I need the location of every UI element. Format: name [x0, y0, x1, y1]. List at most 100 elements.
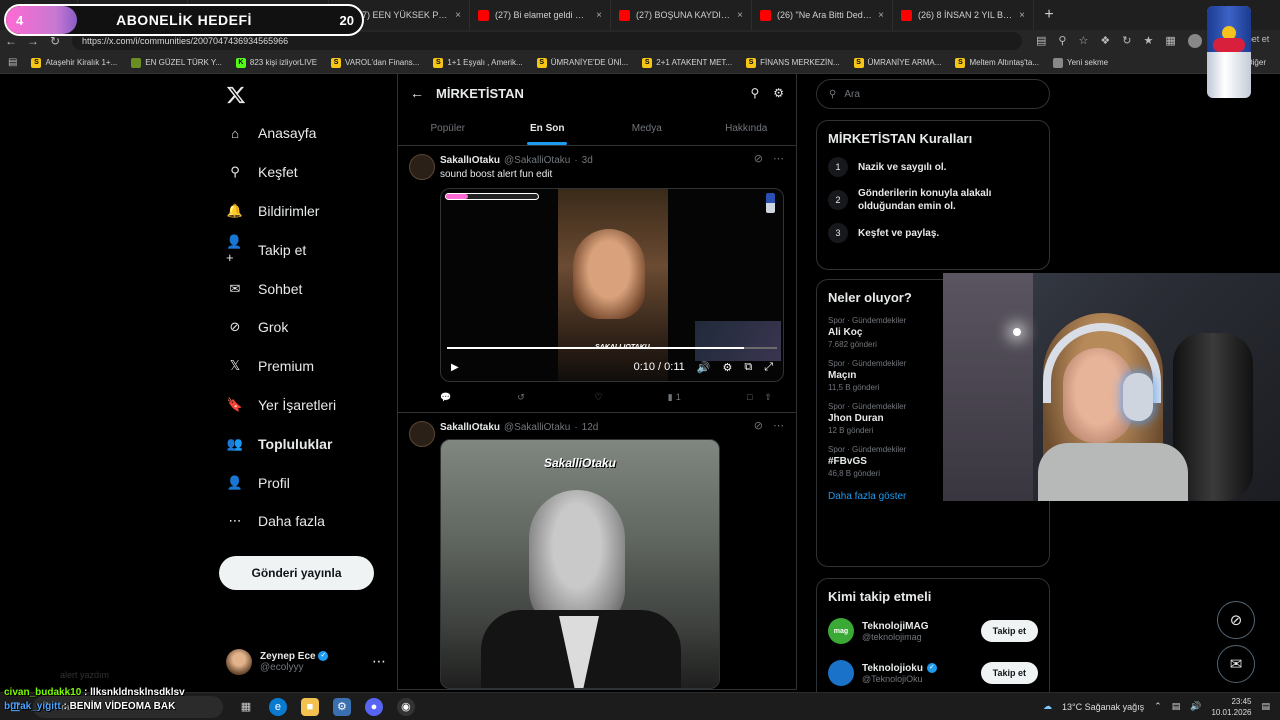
sidebar-item-bildirimler[interactable]: 🔔 Bildirimler — [226, 192, 336, 231]
bookmark-icon[interactable]: □ — [747, 392, 752, 402]
favorites-icon[interactable]: ★ — [1143, 34, 1153, 48]
views-icon[interactable]: ▮ 1 — [668, 392, 747, 403]
close-icon[interactable]: × — [878, 10, 884, 21]
close-icon[interactable]: × — [1019, 10, 1025, 21]
weather-text[interactable]: 13°C Sağanak yağış — [1062, 702, 1144, 712]
sidebar-item-anasayfa[interactable]: ⌂ Anasayfa — [226, 114, 336, 153]
tray-expand-icon[interactable]: ⌃ — [1154, 701, 1162, 712]
grok-icon[interactable]: ⊘ — [754, 419, 763, 432]
extensions-icon[interactable]: ❖ — [1100, 34, 1110, 48]
tab-0[interactable]: Popüler — [398, 112, 498, 145]
more-options-icon[interactable]: ⋯ — [773, 152, 784, 165]
author-handle[interactable]: @SakalliOtaku — [504, 422, 570, 433]
bookmark-item[interactable]: S 1+1 Eşyalı , Amerik... — [433, 57, 523, 68]
messages-float-button[interactable]: ✉ — [1217, 645, 1255, 683]
post-time[interactable]: 12d — [582, 422, 599, 433]
bookmark-item[interactable]: S FİNANS MERKEZİN... — [746, 57, 840, 68]
volume-icon[interactable]: 🔊 — [697, 361, 711, 374]
sidebar-item-profil[interactable]: 👤 Profil — [226, 463, 336, 502]
post[interactable]: SakallıOtaku @SakalliOtaku · 3d ⊘ ⋯ soun… — [398, 146, 796, 413]
gear-icon[interactable]: ⚙ — [773, 86, 784, 100]
back-icon[interactable]: ← — [0, 34, 22, 48]
reading-list-icon[interactable]: ▤ — [8, 57, 17, 68]
tab-1[interactable]: En Son — [498, 112, 598, 145]
bookmark-item[interactable]: S Meltem Altıntaş'ta... — [955, 57, 1039, 68]
volume-icon[interactable]: 🔊 — [1190, 701, 1201, 712]
forward-icon[interactable]: → — [22, 34, 44, 48]
settings-app-icon[interactable]: ⚙ — [332, 697, 351, 716]
back-arrow-icon[interactable]: ← — [410, 85, 436, 101]
tab-3[interactable]: Hakkında — [697, 112, 797, 145]
new-tab-button[interactable]: + — [1034, 0, 1064, 30]
task-view-icon[interactable]: ▦ — [237, 698, 255, 716]
video-progress-bar[interactable] — [447, 347, 777, 349]
avatar[interactable] — [409, 154, 435, 180]
fullscreen-icon[interactable]: ⤢ — [764, 361, 773, 374]
more-options-icon[interactable]: ⋯ — [773, 419, 784, 432]
close-icon[interactable]: × — [455, 10, 461, 21]
grok-float-button[interactable]: ⊘ — [1217, 601, 1255, 639]
share-icon[interactable]: ⇧ — [764, 392, 772, 403]
author-name[interactable]: SakallıOtaku — [440, 155, 500, 166]
bookmark-item[interactable]: S 2+1 ATAKENT MET... — [642, 57, 732, 68]
sidebar-item-yer-i̇şaretleri[interactable]: 🔖 Yer İşaretleri — [226, 386, 336, 425]
post-button[interactable]: Gönderi yayınla — [219, 556, 374, 590]
browser-tab[interactable]: (27) Bi elamet geldi wooooo × — [470, 0, 611, 30]
star-icon[interactable]: ☆ — [1078, 34, 1088, 48]
close-icon[interactable]: × — [596, 10, 602, 21]
sidebar-item-takip-et[interactable]: 👤+ Takip et — [226, 230, 336, 269]
bookmark-item[interactable]: S VAROL'dan Finans... — [331, 57, 419, 68]
post-time[interactable]: 3d — [582, 155, 593, 166]
play-icon[interactable]: ▶ — [451, 362, 459, 373]
close-icon[interactable]: × — [737, 10, 743, 21]
sidebar-item-daha-fazla[interactable]: ⋯ Daha fazla — [226, 502, 336, 541]
video-player[interactable]: SAKALLIOTAKU ▶ 0:10 / 0:11 🔊 ⚙ ⧉ ⤢ — [440, 188, 784, 382]
bookmark-item[interactable]: S Ataşehir Kiralık 1+... — [31, 57, 117, 68]
follow-suggestion[interactable]: mag TeknolojiMAG @teknolojimag Takip et — [817, 610, 1049, 652]
zoom-icon[interactable]: ⚲ — [1058, 34, 1066, 48]
avatar[interactable] — [828, 660, 854, 686]
edge-icon[interactable]: e — [268, 697, 287, 716]
account-switcher[interactable]: Zeynep Ece ✓ @ecolyyy ⋯ — [226, 645, 386, 679]
follow-suggestion[interactable]: Teknolojioku ✓ @TeknolojiOku Takip et — [817, 652, 1049, 694]
bookmark-item[interactable]: EN GÜZEL TÜRK Y... — [131, 57, 222, 68]
clock[interactable]: 23:45 10.01.2026 — [1211, 696, 1251, 718]
reload-icon[interactable]: ↻ — [44, 34, 66, 48]
sidebar-item-grok[interactable]: ⊘ Grok — [226, 308, 336, 347]
grok-icon[interactable]: ⊘ — [754, 152, 763, 165]
settings-icon[interactable]: ⚙ — [722, 361, 732, 374]
bookmark-item[interactable]: S ÜMRANİYE'DE ÜNİ... — [536, 57, 628, 68]
avatar[interactable] — [409, 421, 435, 447]
repost-icon[interactable]: ↺ — [517, 392, 594, 403]
sidebar-item-topluluklar[interactable]: 👥 Topluluklar — [226, 424, 336, 463]
like-icon[interactable]: ♡ — [595, 392, 668, 403]
sidebar-item-sohbet[interactable]: ✉ Sohbet — [226, 269, 336, 308]
search-input[interactable]: ⚲ Ara — [816, 79, 1050, 109]
browser-tab[interactable]: (26) "Ne Ara Bitti Dedirten V × — [752, 0, 893, 30]
more-options-icon[interactable]: ⋯ — [372, 653, 386, 670]
sidebar-item-premium[interactable]: 𝕏 Premium — [226, 347, 336, 386]
x-logo-icon[interactable] — [226, 84, 246, 106]
sync-icon[interactable]: ↻ — [1122, 34, 1131, 48]
discord-icon[interactable]: ● — [364, 697, 383, 716]
post-image[interactable]: SakalliOtaku — [440, 439, 720, 689]
reply-icon[interactable]: 💬 — [440, 392, 517, 403]
sidebar-item-keşfet[interactable]: ⚲ Keşfet — [226, 153, 336, 192]
weather-icon[interactable]: ☁ — [1043, 701, 1052, 712]
browser-tab[interactable]: (27) BOŞUNA KAYDIRMA 58/ × — [611, 0, 752, 30]
browser-tab[interactable]: (26) 8 İNSAN 2 YIL BOYUNCA × — [893, 0, 1034, 30]
profile-avatar[interactable] — [1187, 34, 1202, 48]
file-explorer-icon[interactable]: ■ — [300, 697, 319, 716]
network-icon[interactable]: ▤ — [1172, 701, 1181, 712]
collections-icon[interactable]: ▦ — [1165, 34, 1175, 48]
avatar[interactable]: mag — [828, 618, 854, 644]
follow-button[interactable]: Takip et — [980, 620, 1038, 642]
follow-button[interactable]: Takip et — [980, 662, 1038, 684]
post[interactable]: SakallıOtaku @SakalliOtaku · 12d ⊘ ⋯ Sak… — [398, 413, 796, 690]
bookmark-item[interactable]: Yeni sekme — [1053, 57, 1108, 68]
obs-icon[interactable]: ◉ — [396, 697, 415, 716]
notifications-icon[interactable]: ▤ — [1261, 701, 1270, 712]
bookmark-item[interactable]: K 823 kişi izliyorLIVE — [235, 57, 317, 68]
search-icon[interactable]: ⚲ — [750, 86, 759, 100]
tab-2[interactable]: Medya — [597, 112, 697, 145]
